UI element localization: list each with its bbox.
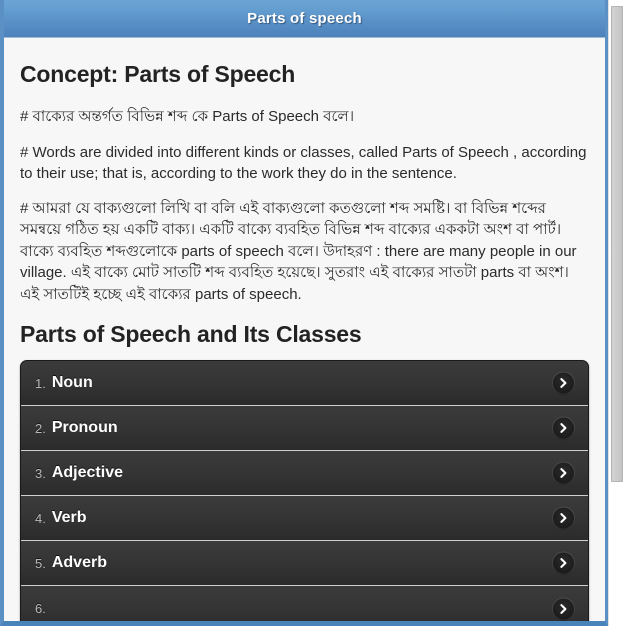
- list-item-number: 6.: [35, 601, 46, 616]
- paragraph-english-definition: # Words are divided into different kinds…: [20, 143, 587, 182]
- list-item[interactable]: 5. Adverb: [21, 541, 588, 586]
- chevron-right-icon[interactable]: [553, 552, 574, 574]
- chevron-right-icon[interactable]: [553, 598, 574, 619]
- list-item[interactable]: 2. Pronoun: [21, 406, 588, 451]
- list-item-label: Adverb: [51, 554, 107, 571]
- content-panel: Parts of speech Concept: Parts of Speech…: [0, 0, 608, 626]
- list-item-label: Adjective: [51, 464, 123, 481]
- list-item-number: 2.: [35, 420, 46, 436]
- list-item-number: 3.: [35, 465, 46, 481]
- article-content: Concept: Parts of Speech # বাক্যের অন্তর…: [4, 39, 605, 621]
- app-root: Parts of speech Concept: Parts of Speech…: [0, 0, 624, 626]
- list-item-number: 1.: [35, 375, 46, 391]
- list-item[interactable]: 6.: [21, 586, 588, 621]
- chevron-right-icon[interactable]: [553, 417, 574, 439]
- parts-of-speech-list: 1. Noun 2. Pronoun 3. Adjective 4. Verb …: [20, 360, 589, 621]
- classes-heading: Parts of Speech and Its Classes: [20, 321, 362, 347]
- paragraph-bengali-explanation: # আমরা যে বাক্যগুলো লিখি বা বলি এই বাক্য…: [20, 199, 577, 303]
- page-title: Concept: Parts of Speech: [20, 61, 296, 87]
- paragraph-bengali-definition: # বাক্যের অন্তর্গত বিভিন্ন শব্দ কে Parts…: [20, 108, 355, 125]
- list-item-label: Noun: [51, 374, 93, 391]
- list-item[interactable]: 4. Verb: [21, 496, 588, 541]
- vertical-scrollbar[interactable]: [608, 0, 624, 626]
- chevron-right-icon[interactable]: [553, 507, 574, 529]
- window-titlebar: Parts of speech: [4, 0, 605, 38]
- chevron-right-icon[interactable]: [553, 462, 574, 484]
- list-item-label: Pronoun: [51, 419, 118, 436]
- list-item-number: 5.: [35, 555, 46, 571]
- list-item[interactable]: 3. Adjective: [21, 451, 588, 496]
- list-item[interactable]: 1. Noun: [21, 361, 588, 406]
- list-item-label: Verb: [51, 509, 87, 526]
- scrollbar-thumb[interactable]: [611, 6, 623, 482]
- window-title: Parts of speech: [247, 10, 362, 27]
- list-item-number: 4.: [35, 510, 46, 526]
- chevron-right-icon[interactable]: [553, 372, 574, 394]
